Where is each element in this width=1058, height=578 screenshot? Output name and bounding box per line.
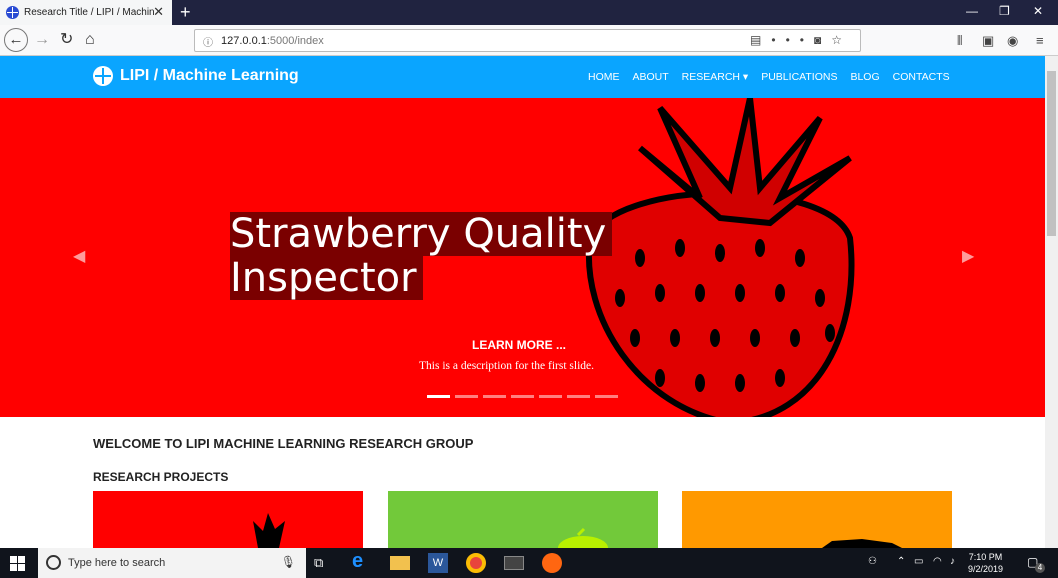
address-bar[interactable]: ⓘ 127.0.0.1:5000/index ▤•••◙☆ bbox=[194, 29, 861, 52]
notification-count: 4 bbox=[1035, 563, 1045, 573]
clock-date: 9/2/2019 bbox=[968, 564, 1004, 574]
reader-view-icon[interactable]: ▤ bbox=[750, 33, 771, 47]
microphone-icon[interactable]: 🎙 bbox=[281, 555, 296, 569]
nav-about[interactable]: ABOUT bbox=[633, 71, 669, 83]
site-menu: HOME ABOUT RESEARCH ▾ PUBLICATIONS BLOG … bbox=[588, 71, 963, 83]
carousel-indicator[interactable] bbox=[427, 395, 450, 398]
firefox-icon[interactable] bbox=[542, 553, 562, 573]
flower-illustration bbox=[93, 491, 363, 548]
carousel-next-icon[interactable]: ▶ bbox=[962, 246, 974, 266]
terminal-icon[interactable] bbox=[504, 556, 524, 570]
close-window-icon[interactable]: ✕ bbox=[1033, 4, 1043, 18]
pocket-icon[interactable]: ◙ bbox=[814, 33, 831, 47]
task-view-icon[interactable]: ⧉ bbox=[314, 555, 334, 575]
card-bg bbox=[93, 491, 363, 548]
menu-icon[interactable]: ≡ bbox=[1036, 33, 1044, 48]
insect-illustration bbox=[682, 491, 952, 548]
carousel-indicator[interactable] bbox=[455, 395, 478, 398]
brand-label: LIPI / Machine Learning bbox=[120, 67, 299, 84]
tab-title: Research Title / LIPI / Machine L bbox=[24, 7, 154, 18]
welcome-heading: WELCOME TO LIPI MACHINE LEARNING RESEARC… bbox=[93, 436, 474, 451]
projects-heading: RESEARCH PROJECTS bbox=[93, 470, 229, 484]
globe-logo-icon bbox=[93, 66, 113, 86]
carousel-indicator[interactable] bbox=[483, 395, 506, 398]
reload-icon[interactable]: ↻ bbox=[60, 29, 73, 51]
windows-start-icon[interactable] bbox=[10, 556, 30, 576]
site-favicon-icon bbox=[6, 6, 19, 19]
carousel-indicator[interactable] bbox=[567, 395, 590, 398]
bookmark-star-icon[interactable]: ☆ bbox=[831, 33, 852, 47]
nav-contacts[interactable]: CONTACTS bbox=[893, 71, 950, 83]
word-icon[interactable]: W bbox=[428, 553, 448, 573]
back-icon[interactable]: ← bbox=[4, 28, 28, 52]
carousel-indicator[interactable] bbox=[595, 395, 618, 398]
search-placeholder: Type here to search bbox=[68, 557, 166, 569]
wifi-icon[interactable]: ◠ bbox=[933, 556, 942, 567]
clock-time: 7:10 PM bbox=[968, 552, 1003, 562]
taskbar-search[interactable]: Type here to search 🎙 bbox=[38, 548, 306, 578]
system-clock[interactable]: 7:10 PM 9/2/2019 bbox=[968, 551, 1003, 575]
carousel-indicator[interactable] bbox=[511, 395, 534, 398]
learn-more-link[interactable]: LEARN MORE ... bbox=[472, 338, 566, 352]
project-card-2[interactable] bbox=[388, 491, 658, 548]
nav-research[interactable]: RESEARCH ▾ bbox=[682, 71, 749, 83]
chrome-icon[interactable] bbox=[466, 553, 486, 573]
battery-icon[interactable]: ▭ bbox=[914, 556, 923, 567]
tray-chevron-icon[interactable]: ⌃ bbox=[897, 556, 905, 567]
windows-taskbar: Type here to search 🎙 ⧉ e W ⚇ ⌃ ▭ ◠ ♪ 7:… bbox=[0, 548, 1058, 578]
sidebar-icon[interactable]: ▣ bbox=[982, 33, 994, 49]
restore-icon[interactable]: ❐ bbox=[999, 4, 1010, 18]
project-card-1[interactable] bbox=[93, 491, 363, 548]
nav-blog[interactable]: BLOG bbox=[850, 71, 879, 83]
minimize-icon[interactable]: — bbox=[966, 4, 978, 18]
edge-icon[interactable]: e bbox=[352, 550, 372, 572]
nav-home[interactable]: HOME bbox=[588, 71, 620, 83]
new-tab-icon[interactable]: + bbox=[180, 2, 191, 22]
hero-carousel: Strawberry Quality Inspector LEARN MORE … bbox=[0, 98, 1045, 417]
slide-title: Strawberry Quality Inspector bbox=[230, 212, 613, 300]
page-scrollbar[interactable] bbox=[1045, 56, 1058, 548]
url-actions: ▤•••◙☆ bbox=[750, 33, 852, 47]
carousel-prev-icon[interactable]: ◀ bbox=[73, 246, 85, 266]
page-actions-icon[interactable]: ••• bbox=[771, 33, 814, 47]
extension-icon[interactable]: ◉ bbox=[1007, 33, 1018, 49]
close-tab-icon[interactable]: ✕ bbox=[153, 5, 164, 19]
scroll-thumb[interactable] bbox=[1047, 71, 1056, 236]
site-navbar: LIPI / Machine Learning HOME ABOUT RESEA… bbox=[0, 56, 1045, 98]
browser-tab[interactable]: Research Title / LIPI / Machine L ✕ bbox=[0, 0, 172, 25]
card-bg bbox=[388, 491, 658, 548]
card-bg bbox=[682, 491, 952, 548]
carousel-indicators bbox=[427, 395, 623, 398]
carousel-indicator[interactable] bbox=[539, 395, 562, 398]
cortana-icon bbox=[46, 555, 61, 570]
volume-icon[interactable]: ♪ bbox=[950, 556, 955, 567]
browser-tab-strip: Research Title / LIPI / Machine L ✕ + — … bbox=[0, 0, 1058, 25]
forward-icon[interactable]: → bbox=[34, 29, 50, 51]
people-icon[interactable]: ⚇ bbox=[868, 556, 877, 567]
project-card-3[interactable] bbox=[682, 491, 952, 548]
nav-publications[interactable]: PUBLICATIONS bbox=[761, 71, 837, 83]
info-icon[interactable]: ⓘ bbox=[203, 34, 213, 49]
url-text[interactable]: 127.0.0.1:5000/index bbox=[221, 35, 324, 47]
home-icon[interactable]: ⌂ bbox=[85, 29, 95, 51]
slide-description: This is a description for the first slid… bbox=[419, 360, 595, 372]
apple-illustration bbox=[388, 491, 658, 548]
site-brand[interactable]: LIPI / Machine Learning bbox=[93, 66, 299, 86]
library-icon[interactable]: ⫴ bbox=[957, 33, 962, 49]
file-explorer-icon[interactable] bbox=[390, 556, 410, 570]
